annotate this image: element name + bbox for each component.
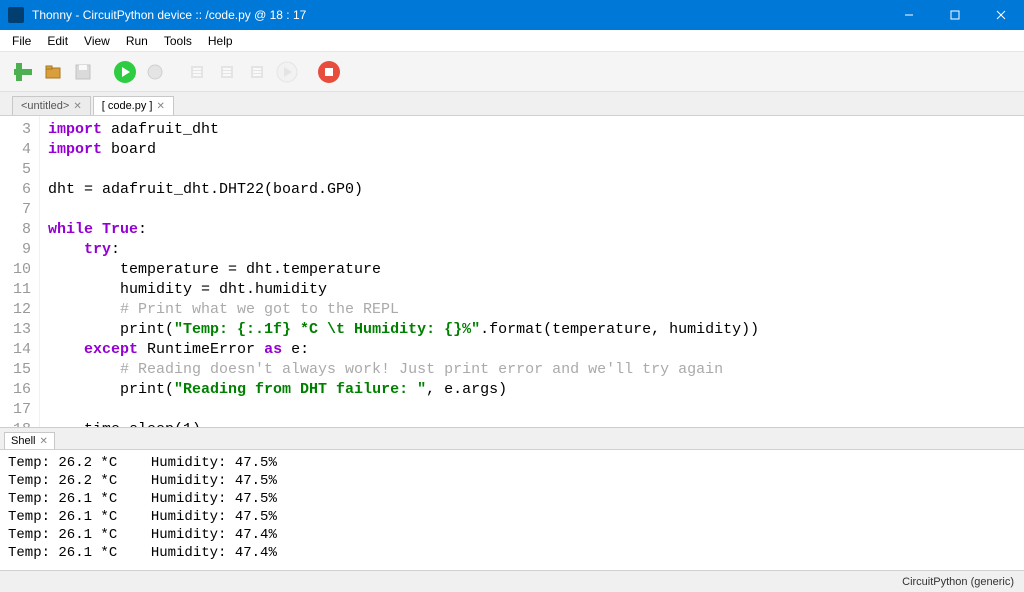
shell-tab-label: Shell [11,435,35,447]
close-button[interactable] [978,0,1024,30]
menu-view[interactable]: View [76,32,118,50]
app-icon [8,7,24,23]
maximize-button[interactable] [932,0,978,30]
code-area[interactable]: import adafruit_dhtimport board dht = ad… [40,116,1024,427]
resume-button[interactable] [274,59,300,85]
minimize-button[interactable] [886,0,932,30]
shell-output[interactable]: Temp: 26.2 *C Humidity: 47.5%Temp: 26.2 … [0,450,1024,570]
open-file-button[interactable] [40,59,66,85]
new-file-button[interactable] [10,59,36,85]
menu-run[interactable]: Run [118,32,156,50]
editor-tabs: <untitled> ✕ [ code.py ] ✕ [0,92,1024,116]
window-titlebar: Thonny - CircuitPython device :: /code.p… [0,0,1024,30]
tab-code-py[interactable]: [ code.py ] ✕ [93,96,174,115]
debug-button[interactable] [142,59,168,85]
tab-untitled[interactable]: <untitled> ✕ [12,96,91,115]
close-icon[interactable]: ✕ [73,101,81,112]
code-editor[interactable]: 3456789101112131415161718 import adafrui… [0,116,1024,428]
step-into-button[interactable] [214,59,240,85]
step-out-button[interactable] [244,59,270,85]
run-button[interactable] [112,59,138,85]
menu-help[interactable]: Help [200,32,241,50]
tab-label: [ code.py ] [102,100,153,112]
menu-edit[interactable]: Edit [39,32,76,50]
close-icon[interactable]: ✕ [156,101,164,112]
window-controls [886,0,1024,30]
menubar: File Edit View Run Tools Help [0,30,1024,52]
save-file-button[interactable] [70,59,96,85]
step-over-button[interactable] [184,59,210,85]
tab-label: <untitled> [21,100,69,112]
close-icon[interactable]: ✕ [39,436,47,447]
statusbar: CircuitPython (generic) [0,570,1024,592]
backend-status[interactable]: CircuitPython (generic) [902,576,1014,588]
menu-tools[interactable]: Tools [156,32,200,50]
menu-file[interactable]: File [4,32,39,50]
stop-button[interactable] [316,59,342,85]
toolbar [0,52,1024,92]
shell-tab[interactable]: Shell ✕ [4,432,55,449]
window-title: Thonny - CircuitPython device :: /code.p… [32,8,886,22]
line-number-gutter: 3456789101112131415161718 [0,116,40,427]
shell-tab-row: Shell ✕ [0,428,1024,450]
